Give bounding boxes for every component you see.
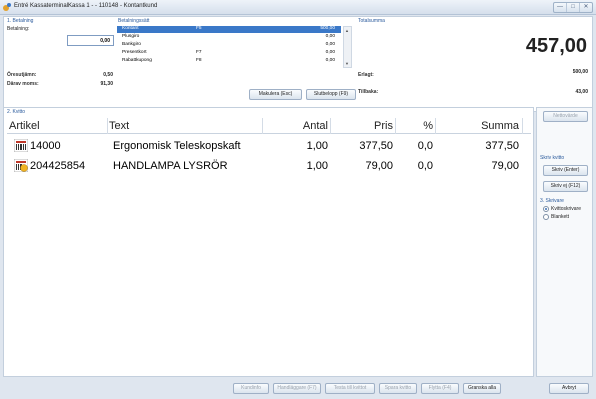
scroll-up-icon[interactable]: ▲ bbox=[345, 28, 349, 33]
print-button[interactable]: Skriv (Enter) bbox=[543, 165, 588, 176]
row-article: 14000 bbox=[30, 140, 61, 152]
receipt-table-header: Artikel Text Antal Pris % Summa bbox=[7, 118, 531, 134]
save-receipt-button[interactable]: Spara kvitto bbox=[379, 383, 417, 394]
maximize-button[interactable]: □ bbox=[567, 3, 580, 12]
row-article: 204425854 bbox=[30, 160, 86, 172]
payment-label: Betalning: bbox=[7, 26, 30, 32]
window-controls: — □ ✕ bbox=[553, 2, 593, 13]
payment-methods-list[interactable]: Kontant F5 500,00 Plusgiro 0,00 Bankgiro… bbox=[117, 26, 355, 86]
vat-value: 91,30 bbox=[100, 81, 113, 87]
customer-info-button[interactable]: Kundinfo bbox=[233, 383, 269, 394]
column-divider bbox=[262, 118, 263, 134]
row-sum: 377,50 bbox=[485, 140, 519, 152]
close-button[interactable]: ✕ bbox=[580, 3, 592, 12]
app-icon bbox=[3, 3, 11, 11]
column-divider bbox=[330, 118, 331, 134]
cancel-button[interactable]: Makulera (Esc) bbox=[249, 89, 302, 100]
row-price: 377,50 bbox=[359, 140, 393, 152]
scroll-down-icon[interactable]: ▼ bbox=[345, 61, 349, 66]
printer-section-title: 3. Skrivare bbox=[540, 198, 564, 204]
total-section-title: Totalsumma bbox=[358, 18, 385, 24]
move-button[interactable]: Flytta (F4) bbox=[421, 383, 459, 394]
receipt-section-title: 2. Kvitto bbox=[7, 109, 26, 115]
change-value: 43,00 bbox=[575, 89, 588, 95]
column-header[interactable]: Antal bbox=[264, 120, 328, 132]
payment-amount-input[interactable]: 0,00 bbox=[67, 35, 114, 46]
row-sum: 79,00 bbox=[491, 160, 519, 172]
methods-scrollbar[interactable]: ▲ ▼ bbox=[343, 26, 352, 68]
paid-value: 500,00 bbox=[572, 69, 588, 75]
payment-amount-value: 0,00 bbox=[100, 38, 110, 44]
form-printer-label: Blankett bbox=[551, 214, 570, 220]
table-row[interactable]: 14000 Ergonomisk Teleskopskaft 1,00 377,… bbox=[7, 137, 531, 155]
minimize-button[interactable]: — bbox=[554, 3, 567, 12]
receipt-panel: 2. Kvitto Artikel Text Antal Pris % Summ… bbox=[3, 107, 534, 377]
payment-method-row[interactable]: Bankgiro 0,00 bbox=[117, 42, 341, 49]
payment-panel: 1. Betalning Betalning: 0,00 Öresutjämn:… bbox=[3, 16, 593, 112]
row-text: Ergonomisk Teleskopskaft bbox=[113, 140, 241, 152]
payment-method-row[interactable]: Kontant F5 500,00 bbox=[117, 26, 341, 33]
receipt-sidebar: Nettovärde Skriv kvitto Skriv (Enter) Sk… bbox=[536, 107, 593, 377]
vat-label: Därav moms: bbox=[7, 81, 39, 87]
column-divider bbox=[107, 118, 108, 134]
paid-label: Erlagt: bbox=[358, 72, 374, 78]
column-header[interactable]: Text bbox=[109, 120, 129, 132]
row-discount: 0,0 bbox=[417, 160, 433, 172]
print-receipt-label: Skriv kvitto bbox=[540, 155, 565, 161]
form-printer-radio[interactable] bbox=[543, 214, 549, 220]
payment-section-title: 1. Betalning bbox=[7, 18, 34, 24]
cancel-sale-button[interactable]: Avbryt bbox=[549, 383, 589, 394]
row-quantity: 1,00 bbox=[306, 160, 328, 172]
table-row[interactable]: 204425854 HANDLAMPA LYSRÖR 1,00 79,00 0,… bbox=[7, 157, 531, 175]
column-header[interactable]: Artikel bbox=[9, 120, 40, 132]
column-header[interactable]: % bbox=[399, 120, 433, 132]
payment-method-row[interactable]: Presentkort F7 0,00 bbox=[117, 50, 341, 57]
column-divider bbox=[435, 118, 436, 134]
column-divider bbox=[522, 118, 523, 134]
row-quantity: 1,00 bbox=[306, 140, 328, 152]
row-discount: 0,0 bbox=[417, 140, 433, 152]
barcode-icon bbox=[14, 139, 28, 152]
column-divider bbox=[395, 118, 396, 134]
window-title: Entré KassaterminalKassa 1 - - 110148 - … bbox=[14, 3, 158, 9]
final-amount-button[interactable]: Slutbelopp (F9) bbox=[306, 89, 356, 100]
row-text: HANDLAMPA LYSRÖR bbox=[113, 160, 228, 172]
title-bar: Entré KassaterminalKassa 1 - - 110148 - … bbox=[0, 0, 596, 15]
barcode-warning-icon bbox=[14, 159, 28, 172]
rounding-label: Öresutjämn: bbox=[7, 72, 37, 78]
row-price: 79,00 bbox=[365, 160, 393, 172]
no-print-button[interactable]: Skriv ej (F12) bbox=[543, 181, 588, 192]
column-header[interactable]: Pris bbox=[333, 120, 393, 132]
receipt-printer-label: Kvittoskrivare bbox=[551, 206, 582, 212]
total-amount: 457,00 bbox=[525, 35, 587, 57]
change-label: Tillbaka: bbox=[358, 89, 379, 95]
receipt-printer-radio[interactable] bbox=[543, 206, 549, 212]
footer-toolbar: Kundinfo Handläggare (F7) Testa till kvi… bbox=[0, 378, 596, 399]
handler-button[interactable]: Handläggare (F7) bbox=[273, 383, 321, 394]
rounding-value: 0,50 bbox=[103, 72, 113, 78]
column-header[interactable]: Summa bbox=[437, 120, 519, 132]
review-all-button[interactable]: Granska alla bbox=[463, 383, 501, 394]
add-to-receipt-button[interactable]: Testa till kvittot bbox=[325, 383, 375, 394]
net-value-button[interactable]: Nettovärde bbox=[543, 111, 588, 122]
payment-method-row[interactable]: Plusgiro 0,00 bbox=[117, 34, 341, 41]
payment-method-row[interactable]: Rabattkupong F8 0,00 bbox=[117, 58, 341, 65]
payment-methods-title: Betalningssätt bbox=[118, 18, 150, 24]
